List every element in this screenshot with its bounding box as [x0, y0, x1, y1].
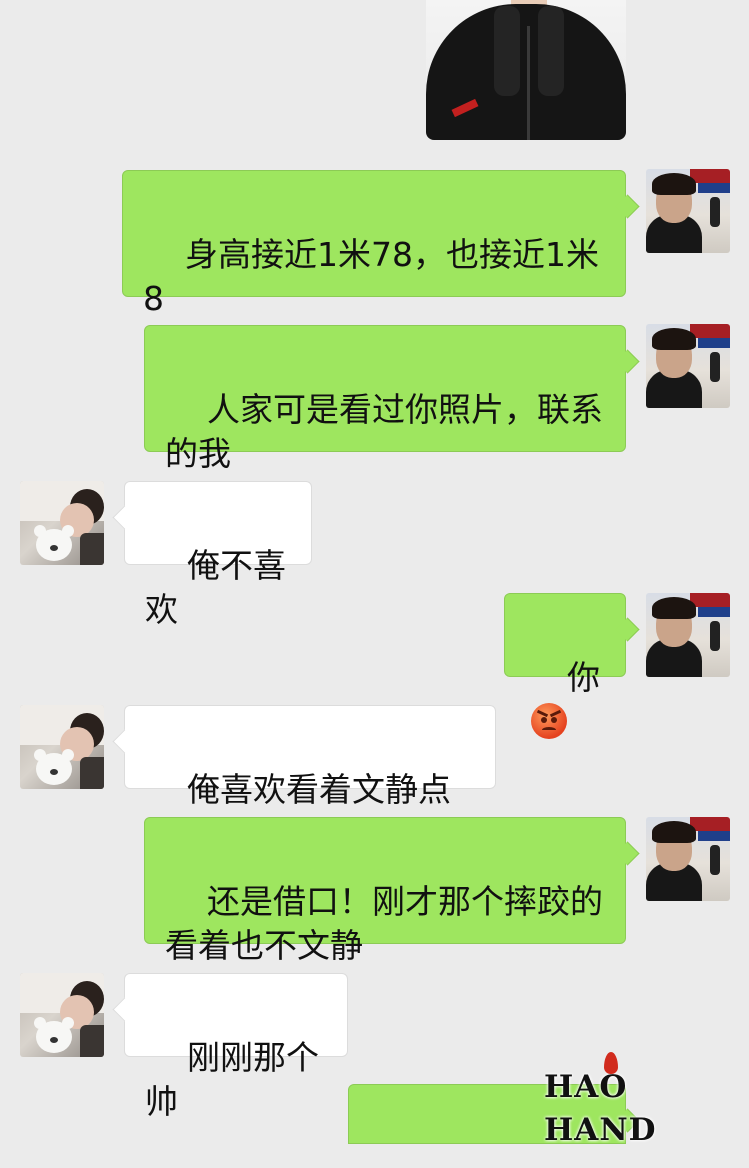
avatar-self[interactable]: [646, 817, 730, 901]
message-bubble-self[interactable]: 你: [504, 593, 626, 739]
avatar-background-person: [710, 197, 720, 227]
avatar-hair: [652, 173, 696, 195]
avatar-banner-blue: [698, 183, 730, 193]
avatar-banner: [690, 817, 730, 831]
message-bubble-other[interactable]: 俺不喜欢: [124, 481, 312, 629]
avatar-background-person: [710, 352, 720, 382]
avatar-hair: [652, 597, 696, 619]
avatar-shadow: [80, 757, 104, 789]
chat-area[interactable]: 身高接近1米78，也接近1米8 了 人家可是看过你照片，联系 的我 俺不喜欢 你: [0, 0, 749, 1148]
bear-nose: [50, 545, 58, 551]
photo-zipper: [527, 26, 530, 140]
avatar-banner-blue: [698, 338, 730, 348]
avatar-banner: [690, 593, 730, 607]
flame-icon: [604, 1052, 618, 1074]
avatar-hair: [652, 328, 696, 350]
photo-hood-string-left: [494, 6, 520, 96]
avatar-banner: [690, 169, 730, 183]
avatar-background-person: [710, 845, 720, 875]
message-text: 人家可是看过你照片，联系 的我: [165, 390, 603, 473]
avatar-background-person: [710, 621, 720, 651]
avatar-shadow: [80, 533, 104, 565]
avatar-banner-blue: [698, 831, 730, 841]
avatar-banner-blue: [698, 607, 730, 617]
message-bubble-self[interactable]: 人家可是看过你照片，联系 的我: [144, 325, 626, 473]
avatar-self[interactable]: [646, 593, 730, 677]
avatar-self[interactable]: [646, 169, 730, 253]
message-bubble-self[interactable]: 身高接近1米78，也接近1米8 了: [122, 170, 626, 362]
shared-photo-message[interactable]: [426, 0, 626, 140]
avatar-other[interactable]: [20, 481, 104, 565]
message-bubble-self[interactable]: 还是借口！刚才那个摔跤的 看着也不文静: [144, 817, 626, 965]
message-text: 俺不喜欢: [145, 546, 286, 629]
message-bubble-other[interactable]: 俺喜欢看着文静点的: [124, 705, 496, 853]
avatar-hair: [652, 821, 696, 843]
avatar-shadow: [80, 1025, 104, 1057]
angry-face-icon: [531, 703, 567, 739]
bear-nose: [50, 1037, 58, 1043]
avatar-other[interactable]: [20, 973, 104, 1057]
photo-hood-string-right: [538, 6, 564, 96]
message-text: 还是借口！刚才那个摔跤的 看着也不文静: [165, 882, 603, 965]
avatar-banner: [690, 324, 730, 338]
bear-nose: [50, 769, 58, 775]
message-text: 你: [566, 658, 600, 697]
avatar-self[interactable]: [646, 324, 730, 408]
avatar-other[interactable]: [20, 705, 104, 789]
watermark-logo: HAO HAND: [544, 1052, 749, 1148]
message-bubble-other[interactable]: 刚刚那个帅: [124, 973, 348, 1121]
